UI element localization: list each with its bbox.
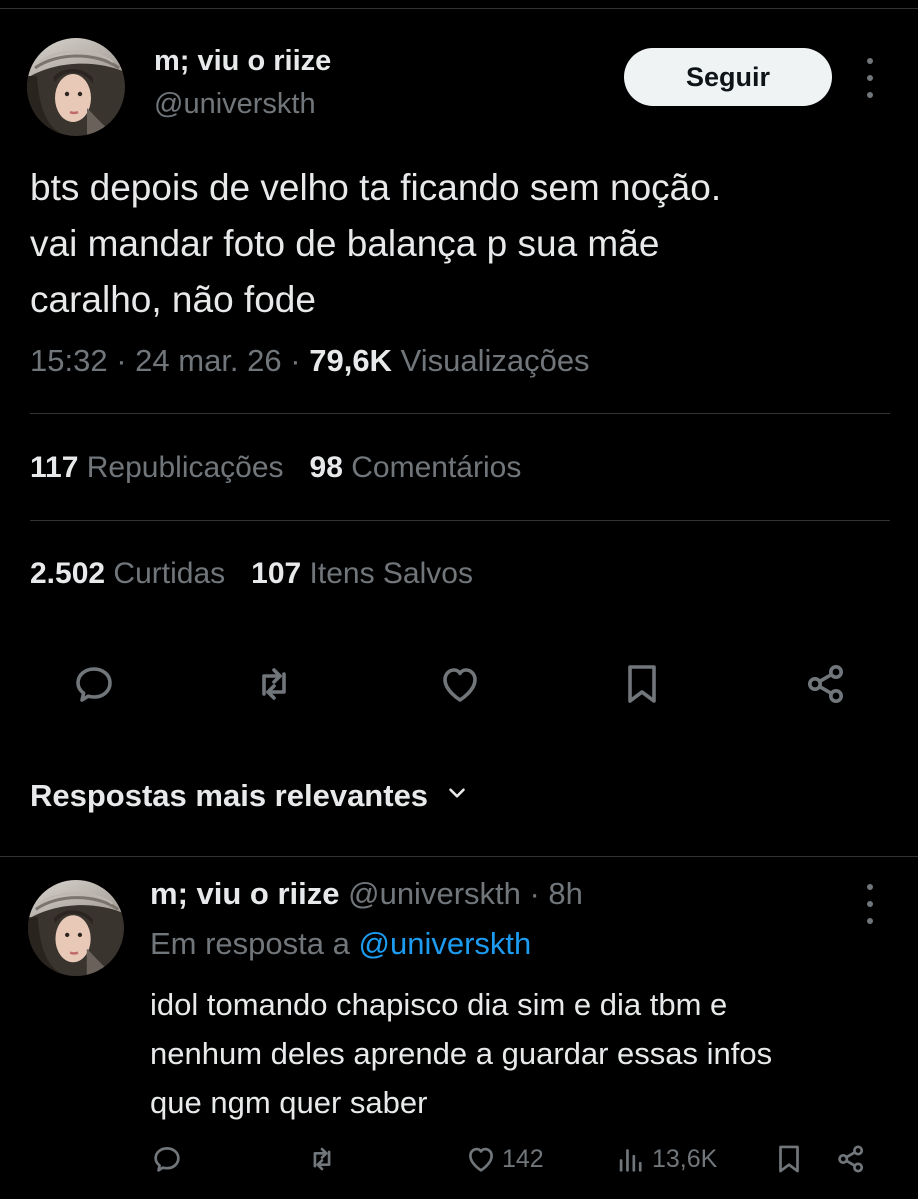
reply-avatar[interactable] (28, 880, 124, 976)
author-display-name[interactable]: m; viu o riize (154, 45, 331, 78)
heart-icon (469, 1147, 493, 1172)
views-label: Visualizações (400, 343, 590, 378)
reply-text-line: idol tomando chapisco dia sim e dia tbm … (150, 987, 728, 1022)
tweet-date[interactable]: 24 mar. 26 (135, 343, 281, 378)
avatar[interactable] (27, 38, 125, 136)
comments-label: Comentários (351, 451, 522, 484)
likes-stat[interactable]: 2.502 Curtidas (30, 557, 225, 590)
reply-views-count: 13,6K (652, 1144, 718, 1173)
comment-icon[interactable] (70, 660, 118, 708)
comments-count: 98 (309, 451, 343, 484)
reply-display-name[interactable]: m; viu o riize (150, 876, 339, 911)
reposts-label: Republicações (86, 451, 284, 484)
reply-like-count: 142 (502, 1144, 544, 1173)
share-icon[interactable] (802, 660, 850, 708)
share-icon (838, 1145, 864, 1173)
reply-text: idol tomando chapisco dia sim e dia tbm … (150, 980, 890, 1127)
tweet-text: bts depois de velho ta ficando sem noção… (30, 160, 900, 328)
reply-repost-button[interactable] (305, 1142, 339, 1176)
tweet-time[interactable]: 15:32 (30, 343, 108, 378)
stats-row-1: 117 Republicações 98 Comentários (30, 451, 521, 485)
reply-like-button[interactable]: 142 (464, 1142, 544, 1176)
heart-icon[interactable] (436, 660, 484, 708)
replies-sort-label: Respostas mais relevantes (30, 778, 429, 813)
reply-views-button[interactable]: 13,6K (614, 1142, 717, 1176)
divider (0, 856, 918, 857)
tweet-meta: 15:32 · 24 mar. 26 · 79,6K Visualizações (30, 343, 590, 379)
more-options-icon[interactable] (864, 58, 876, 98)
repost-icon (313, 1147, 331, 1171)
stats-row-2: 2.502 Curtidas 107 Itens Salvos (30, 557, 473, 591)
likes-count: 2.502 (30, 557, 106, 590)
comments-stat[interactable]: 98 Comentários (310, 451, 522, 484)
reply-to-prefix: Em resposta a (150, 926, 350, 961)
tweet-text-line: bts depois de velho ta ficando sem noção… (30, 167, 722, 208)
bookmarks-count: 107 (251, 557, 302, 590)
repost-icon[interactable] (250, 660, 298, 708)
comment-icon (154, 1147, 180, 1172)
reply-time[interactable]: · 8h (530, 876, 583, 911)
reply-to-mention[interactable]: @universkth (359, 926, 532, 961)
reply-to-line: Em resposta a @universkth (150, 926, 531, 962)
reposts-stat[interactable]: 117 Republicações (30, 451, 284, 484)
reply-text-line: que ngm quer saber (150, 1085, 428, 1120)
reposts-count: 117 (30, 451, 79, 484)
top-divider (0, 8, 918, 9)
bookmarks-stat[interactable]: 107 Itens Salvos (251, 557, 473, 590)
author-handle[interactable]: @universkth (154, 88, 316, 121)
views-icon (619, 1149, 642, 1172)
reply-comment-button[interactable] (150, 1142, 184, 1176)
views-count: 79,6K (309, 343, 392, 378)
bookmark-icon[interactable] (618, 660, 666, 708)
replies-sort-dropdown[interactable]: Respostas mais relevantes (30, 778, 470, 814)
reply-share-button[interactable] (834, 1142, 868, 1176)
tweet-text-line: caralho, não fode (30, 279, 316, 320)
divider (30, 413, 890, 414)
divider (30, 520, 890, 521)
chevron-down-icon (444, 778, 470, 814)
likes-label: Curtidas (113, 557, 226, 590)
follow-button[interactable]: Seguir (624, 48, 832, 106)
reply-handle[interactable]: @universkth (348, 876, 521, 911)
meta-separator: · (116, 343, 127, 378)
reply-more-options-icon[interactable] (864, 884, 876, 924)
reply-text-line: nenhum deles aprende a guardar essas inf… (150, 1036, 773, 1071)
meta-separator: · (290, 343, 301, 378)
reply-bookmark-button[interactable] (772, 1142, 806, 1176)
bookmarks-label: Itens Salvos (309, 557, 473, 590)
bookmark-icon (779, 1145, 799, 1173)
tweet-text-line: vai mandar foto de balança p sua mãe (30, 223, 660, 264)
reply-header: m; viu o riize @universkth · 8h (150, 876, 583, 912)
